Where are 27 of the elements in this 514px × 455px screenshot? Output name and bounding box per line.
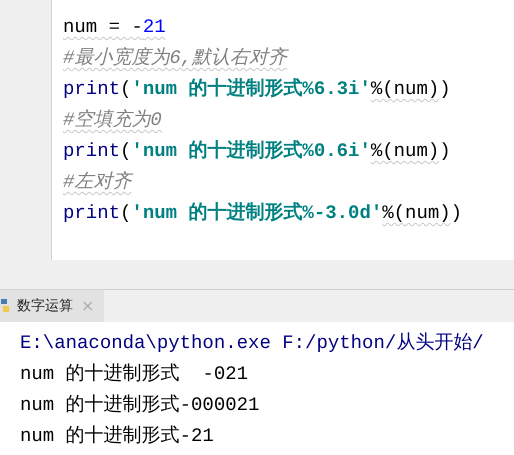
code-token: %(num) xyxy=(382,202,451,224)
code-token: %(num) xyxy=(370,140,440,162)
code-token: 21 xyxy=(142,16,166,38)
output-line: num 的十进制形式-000021 xyxy=(20,393,260,418)
code-token: print xyxy=(63,202,120,224)
code-token: 'num 的十进制形式%-3.0d' xyxy=(131,202,382,224)
code-token: num = - xyxy=(63,16,143,38)
code-token: ( xyxy=(120,78,132,100)
output-line: num 的十进制形式-21 xyxy=(20,424,215,449)
code-token: 'num 的十进制形式%6.3i' xyxy=(131,78,371,100)
code-token: ( xyxy=(120,140,132,162)
code-comment: #左对齐 xyxy=(63,171,132,193)
run-tab[interactable]: 数字运算 × xyxy=(0,290,104,322)
code-comment: #最小宽度为6,默认右对齐 xyxy=(63,47,288,69)
code-comment: #空填充为0 xyxy=(63,109,162,131)
python-icon xyxy=(0,297,9,315)
code-token: print xyxy=(63,140,120,162)
output-line: num 的十进制形式 -021 xyxy=(20,362,250,387)
code-token: print xyxy=(63,78,120,100)
code-token: ) xyxy=(450,202,462,224)
code-token: 'num 的十进制形式%0.6i' xyxy=(131,140,371,162)
code-token: ) xyxy=(439,78,451,100)
tab-label: 数字运算 xyxy=(17,296,73,316)
code-token: ) xyxy=(439,140,451,162)
code-token: ( xyxy=(120,202,132,224)
code-token: %(num) xyxy=(370,78,440,100)
run-command: E:\anaconda\python.exe F:/python/从头开始/ xyxy=(20,331,485,356)
